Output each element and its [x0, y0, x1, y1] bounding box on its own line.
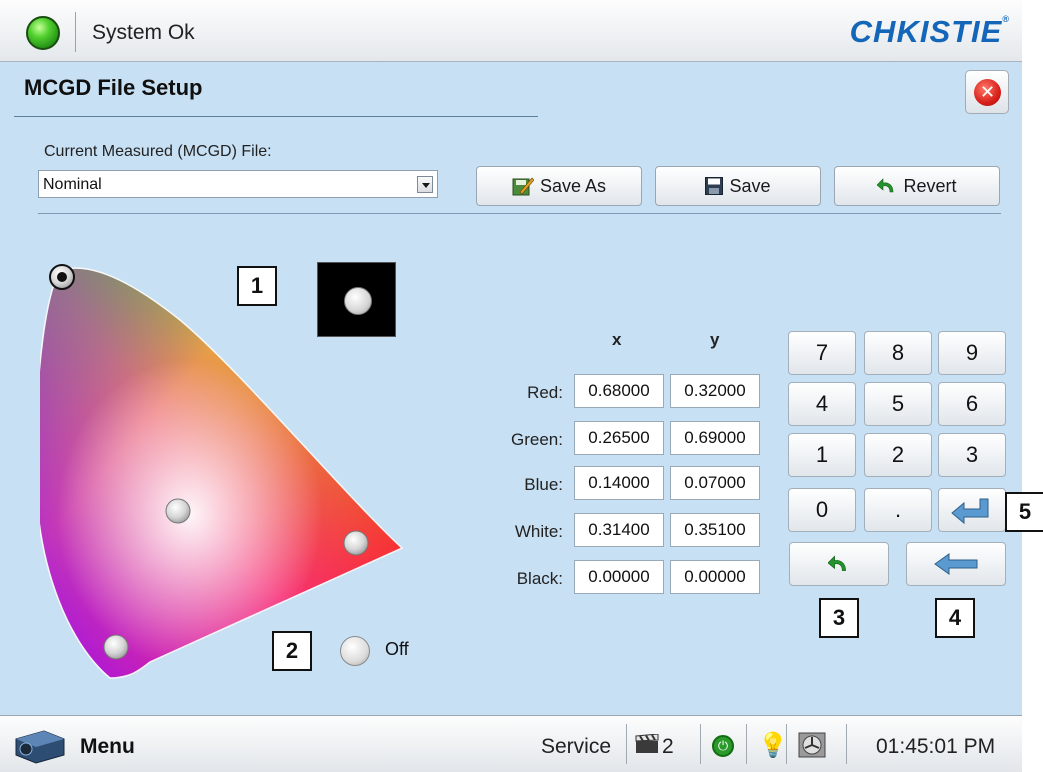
zone-label-5: 5	[1005, 492, 1043, 532]
divider	[75, 12, 76, 52]
column-header-x: x	[612, 330, 622, 349]
blue-y-field[interactable]: 0.07000	[670, 466, 760, 500]
red-primary-handle[interactable]	[343, 530, 369, 556]
channel-count: 2	[662, 735, 674, 758]
divider	[700, 724, 701, 764]
green-primary-handle[interactable]	[49, 264, 75, 290]
red-y-field[interactable]: 0.32000	[670, 374, 760, 408]
zone-label-1: 1	[237, 266, 277, 306]
save-button[interactable]: Save	[655, 166, 821, 206]
mcgd-file-setup-screen: System Ok CHKISTIE® MCGD File Setup ✕ Cu…	[0, 0, 1022, 772]
page-title: MCGD File Setup	[24, 75, 203, 100]
row-label-green: Green:	[511, 430, 563, 449]
menu-button[interactable]: Menu	[80, 735, 135, 759]
black-y-field[interactable]: 0.00000	[670, 560, 760, 594]
lamp-icon[interactable]: 💡	[758, 731, 788, 760]
undo-icon	[827, 555, 846, 571]
save-as-label: Save As	[539, 175, 607, 196]
keypad-backspace-button[interactable]	[906, 542, 1006, 586]
keypad-key-3[interactable]: 3	[938, 433, 1006, 477]
divider	[626, 724, 627, 764]
file-label: Current Measured (MCGD) File:	[44, 143, 272, 160]
save-as-button[interactable]: Save As	[476, 166, 642, 206]
brand-name: CHKISTIE	[849, 14, 1003, 49]
close-icon: ✕	[974, 79, 1001, 106]
status-bar: System Ok CHKISTIE®	[0, 0, 1022, 62]
row-label-black: Black:	[516, 569, 563, 588]
keypad-key-1[interactable]: 1	[788, 433, 856, 477]
blue-primary-handle[interactable]	[103, 634, 129, 660]
keypad-key-6[interactable]: 6	[938, 382, 1006, 426]
mcgd-file-select[interactable]: Nominal	[38, 170, 438, 198]
row-label-blue: Blue:	[524, 475, 563, 494]
keypad-key-7[interactable]: 7	[788, 331, 856, 375]
row-label-white: White:	[514, 522, 563, 541]
green-x-field[interactable]: 0.26500	[574, 421, 664, 455]
revert-label: Revert	[903, 175, 957, 196]
keypad-key-5[interactable]: 5	[864, 382, 932, 426]
save-label: Save	[729, 175, 771, 196]
power-icon[interactable]: ⏻	[712, 735, 734, 757]
clock: 01:45:01 PM	[876, 735, 996, 758]
display-toggle-radio[interactable]	[340, 636, 370, 666]
keypad-key-decimal[interactable]: .	[864, 488, 932, 532]
divider	[846, 724, 847, 764]
clapperboard-icon[interactable]	[635, 734, 659, 754]
green-y-field[interactable]: 0.69000	[670, 421, 760, 455]
keypad-undo-button[interactable]	[789, 542, 889, 586]
white-point-handle[interactable]	[165, 498, 191, 524]
keypad-enter-button[interactable]	[938, 488, 1006, 532]
row-label-red: Red:	[527, 383, 563, 402]
backspace-icon	[934, 553, 978, 575]
divider	[746, 724, 747, 764]
column-header-y: y	[710, 330, 720, 349]
blue-x-field[interactable]: 0.14000	[574, 466, 664, 500]
close-button[interactable]: ✕	[965, 70, 1009, 114]
projector-icon[interactable]	[10, 725, 68, 765]
bottom-bar: Menu Service 2 ⏻ 💡 01:45:01 PM	[0, 715, 1022, 772]
chevron-down-icon[interactable]	[417, 176, 433, 193]
save-icon	[705, 177, 724, 195]
section-divider	[38, 213, 1001, 214]
status-text: System Ok	[92, 21, 195, 44]
black-x-field[interactable]: 0.00000	[574, 560, 664, 594]
revert-icon	[877, 178, 894, 193]
registered-mark: ®	[1002, 14, 1010, 24]
zone-label-4: 4	[935, 598, 975, 638]
divider	[786, 724, 787, 764]
red-x-field[interactable]: 0.68000	[574, 374, 664, 408]
brand-logo: CHKISTIE®	[850, 14, 1010, 50]
cooling-icon[interactable]	[795, 729, 831, 761]
white-y-field[interactable]: 0.35100	[670, 513, 760, 547]
display-toggle-label: Off	[385, 639, 409, 659]
zone-label-3: 3	[819, 598, 859, 638]
white-x-field[interactable]: 0.31400	[574, 513, 664, 547]
preview-knob[interactable]	[344, 287, 372, 315]
keypad-key-4[interactable]: 4	[788, 382, 856, 426]
color-preview-swatch[interactable]	[317, 262, 396, 337]
keypad-key-9[interactable]: 9	[938, 331, 1006, 375]
enter-icon	[951, 498, 989, 525]
service-label[interactable]: Service	[541, 735, 611, 759]
title-underline	[14, 116, 538, 117]
save-as-icon	[512, 177, 534, 196]
keypad-key-2[interactable]: 2	[864, 433, 932, 477]
keypad-key-0[interactable]: 0	[788, 488, 856, 532]
status-led-icon[interactable]	[26, 16, 60, 50]
revert-button[interactable]: Revert	[834, 166, 1000, 206]
zone-label-2: 2	[272, 631, 312, 671]
keypad-key-8[interactable]: 8	[864, 331, 932, 375]
mcgd-file-value: Nominal	[43, 176, 102, 193]
